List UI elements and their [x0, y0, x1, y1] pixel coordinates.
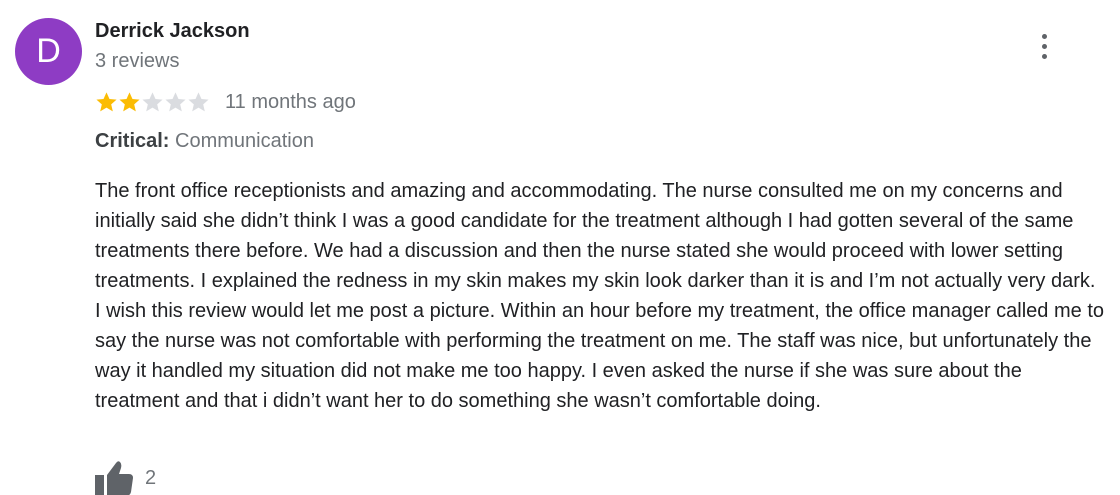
like-row: 2	[95, 460, 156, 495]
avatar[interactable]: D	[15, 18, 82, 85]
critical-value: Communication	[175, 130, 314, 152]
rating-row: 11 months ago	[95, 89, 356, 115]
like-button[interactable]	[95, 460, 133, 495]
more-options-button[interactable]	[1030, 30, 1058, 64]
review-date: 11 months ago	[225, 90, 356, 113]
review-count: 3 reviews	[95, 50, 180, 72]
review-card: D Derrick Jackson 3 reviews 11 months ag…	[0, 0, 1120, 495]
star-empty-icon	[188, 92, 209, 112]
review-text: The front office receptionists and amazi…	[95, 180, 1104, 412]
critical-label: Critical:	[95, 130, 170, 152]
thumb-up-icon	[95, 461, 133, 495]
star-empty-icon	[165, 92, 186, 112]
star-rating	[95, 91, 210, 113]
star-empty-icon	[142, 92, 163, 112]
like-count: 2	[145, 466, 157, 489]
star-filled-icon	[119, 92, 140, 112]
avatar-letter: D	[36, 32, 61, 70]
star-filled-icon	[96, 92, 117, 112]
critical-attribute: Critical: Communication	[95, 130, 314, 153]
author-name[interactable]: Derrick Jackson	[95, 20, 250, 43]
